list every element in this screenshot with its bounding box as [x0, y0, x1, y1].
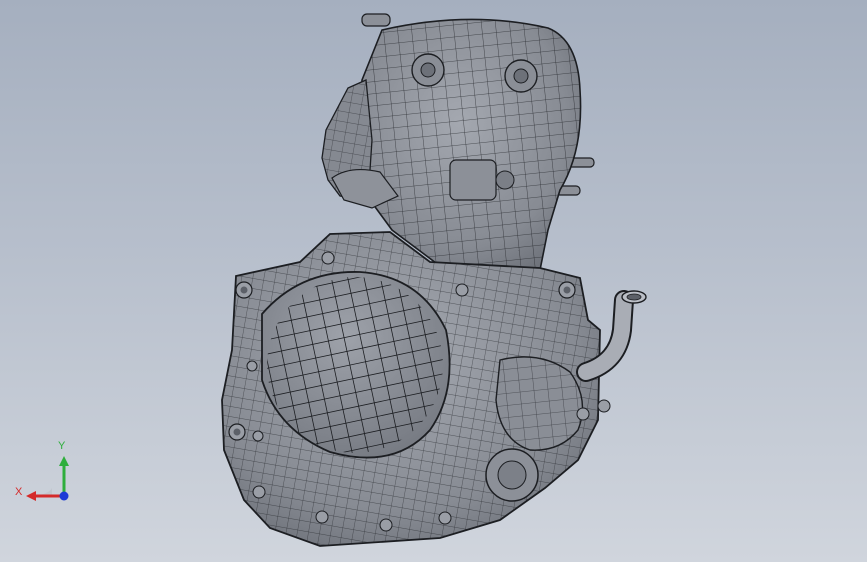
engine-model[interactable] [0, 0, 867, 562]
triad-axes [26, 456, 69, 501]
oil-filter-cover[interactable] [485, 448, 539, 502]
z-axis-dot [59, 491, 69, 501]
x-axis-arrow [26, 491, 36, 501]
x-axis-label: X [15, 486, 23, 498]
y-axis-arrow [59, 456, 69, 466]
reference-triad[interactable]: Y X [12, 440, 82, 510]
water-pump-housing[interactable] [495, 356, 584, 451]
graphics-viewport[interactable]: Y X [0, 0, 867, 562]
y-axis-label: Y [58, 440, 66, 452]
